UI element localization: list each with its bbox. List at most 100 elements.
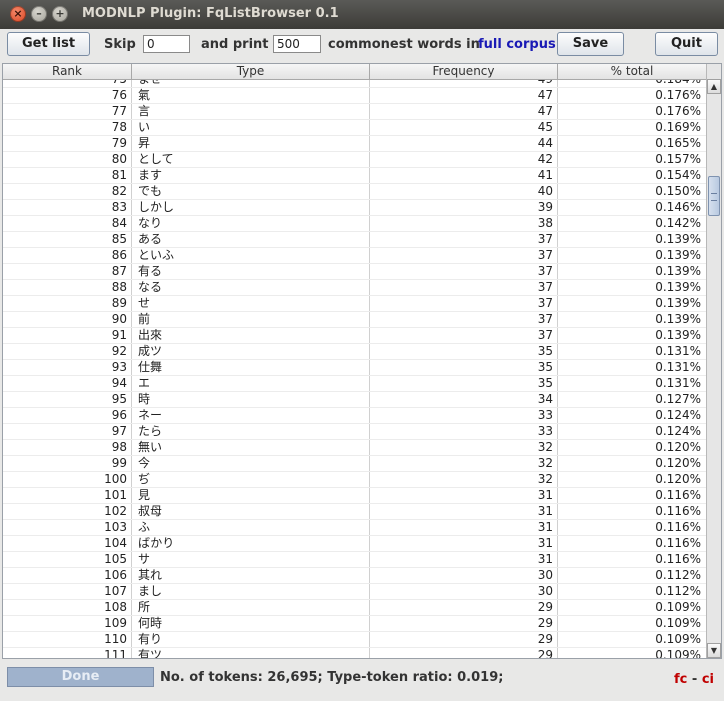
type-cell: せ bbox=[132, 296, 370, 311]
table-row[interactable]: 85 ある 37 0.139% bbox=[3, 232, 707, 248]
frequency-cell: 30 bbox=[370, 568, 558, 583]
skip-input[interactable]: 0 bbox=[143, 35, 190, 53]
frequency-cell: 35 bbox=[370, 344, 558, 359]
percent-cell: 0.139% bbox=[655, 264, 701, 278]
maximize-icon[interactable]: + bbox=[52, 6, 68, 22]
table-row[interactable]: 110 有り 29 0.109% bbox=[3, 632, 707, 648]
table-row[interactable]: 91 出來 37 0.139% bbox=[3, 328, 707, 344]
close-icon[interactable]: × bbox=[10, 6, 26, 22]
table-row[interactable]: 106 其れ 30 0.112% bbox=[3, 568, 707, 584]
percent-cell: 0.109% bbox=[655, 648, 701, 658]
rank-cell: 101 bbox=[3, 488, 132, 503]
rank-cell: 91 bbox=[3, 328, 132, 343]
scrollbar-thumb[interactable] bbox=[708, 176, 720, 216]
table-row[interactable]: 98 無い 32 0.120% bbox=[3, 440, 707, 456]
table-row[interactable]: 86 といふ 37 0.139% bbox=[3, 248, 707, 264]
table-row[interactable]: 90 前 37 0.139% bbox=[3, 312, 707, 328]
column-header-rank[interactable]: Rank bbox=[3, 64, 132, 79]
frequency-cell: 31 bbox=[370, 536, 558, 551]
type-cell: しかし bbox=[132, 200, 370, 215]
table-row[interactable]: 105 サ 31 0.116% bbox=[3, 552, 707, 568]
type-cell: なり bbox=[132, 216, 370, 231]
type-cell: 何時 bbox=[132, 616, 370, 631]
table-row[interactable]: 104 ばかり 31 0.116% bbox=[3, 536, 707, 552]
table-row[interactable]: 80 として 42 0.157% bbox=[3, 152, 707, 168]
table-row[interactable]: 107 まし 30 0.112% bbox=[3, 584, 707, 600]
percent-cell: 0.112% bbox=[655, 568, 701, 582]
get-list-button[interactable]: Get list bbox=[7, 32, 90, 56]
corpus-label[interactable]: full corpus bbox=[478, 37, 556, 52]
rank-cell: 78 bbox=[3, 120, 132, 135]
type-cell: 氣 bbox=[132, 88, 370, 103]
table-row[interactable]: 84 なり 38 0.142% bbox=[3, 216, 707, 232]
table-row[interactable]: 82 でも 40 0.150% bbox=[3, 184, 707, 200]
fc-ci-indicator[interactable]: fc - ci bbox=[674, 672, 714, 687]
table-row[interactable]: 93 仕舞 35 0.131% bbox=[3, 360, 707, 376]
frequency-cell: 29 bbox=[370, 632, 558, 647]
type-cell: 言 bbox=[132, 104, 370, 119]
quit-button[interactable]: Quit bbox=[655, 32, 718, 56]
save-button[interactable]: Save bbox=[557, 32, 624, 56]
minimize-icon[interactable]: – bbox=[31, 6, 47, 22]
table-row[interactable]: 78 い 45 0.169% bbox=[3, 120, 707, 136]
window-title: MODNLP Plugin: FqListBrowser 0.1 bbox=[82, 6, 339, 21]
table-row[interactable]: 111 有ツ 29 0.109% bbox=[3, 648, 707, 658]
table-row[interactable]: 109 何時 29 0.109% bbox=[3, 616, 707, 632]
vertical-scrollbar[interactable]: ▲ ▼ bbox=[706, 64, 721, 658]
column-header-frequency[interactable]: Frequency bbox=[370, 64, 558, 79]
table-row[interactable]: 101 見 31 0.116% bbox=[3, 488, 707, 504]
percent-cell: 0.116% bbox=[655, 520, 701, 534]
table-header: Rank Type Frequency % total bbox=[3, 64, 707, 80]
table-row[interactable]: 94 エ 35 0.131% bbox=[3, 376, 707, 392]
type-cell: 其れ bbox=[132, 568, 370, 583]
table-row[interactable]: 77 言 47 0.176% bbox=[3, 104, 707, 120]
table-row[interactable]: 79 昇 44 0.165% bbox=[3, 136, 707, 152]
rank-cell: 81 bbox=[3, 168, 132, 183]
table-row[interactable]: 87 有る 37 0.139% bbox=[3, 264, 707, 280]
table-row[interactable]: 95 時 34 0.127% bbox=[3, 392, 707, 408]
type-cell: 見 bbox=[132, 488, 370, 503]
table-row[interactable]: 103 ふ 31 0.116% bbox=[3, 520, 707, 536]
table-row[interactable]: 75ませ490.184% bbox=[3, 80, 707, 88]
type-cell: ませ bbox=[132, 80, 370, 87]
type-cell: 有ツ bbox=[132, 648, 370, 658]
percent-cell: 0.142% bbox=[655, 216, 701, 230]
arrow-down-icon[interactable]: ▼ bbox=[707, 643, 721, 658]
rank-cell: 100 bbox=[3, 472, 132, 487]
rank-cell: 90 bbox=[3, 312, 132, 327]
rank-cell: 96 bbox=[3, 408, 132, 423]
frequency-cell: 37 bbox=[370, 312, 558, 327]
frequency-cell: 37 bbox=[370, 296, 558, 311]
column-header-percent[interactable]: % total bbox=[558, 64, 707, 79]
percent-cell: 0.139% bbox=[655, 296, 701, 310]
type-cell: 叔母 bbox=[132, 504, 370, 519]
rank-cell: 104 bbox=[3, 536, 132, 551]
type-cell: ある bbox=[132, 232, 370, 247]
frequency-cell: 31 bbox=[370, 552, 558, 567]
frequency-cell: 35 bbox=[370, 376, 558, 391]
column-header-type[interactable]: Type bbox=[132, 64, 370, 79]
arrow-up-icon[interactable]: ▲ bbox=[707, 79, 721, 94]
table-row[interactable]: 81 ます 41 0.154% bbox=[3, 168, 707, 184]
table-row[interactable]: 83 しかし 39 0.146% bbox=[3, 200, 707, 216]
print-count-input[interactable]: 500 bbox=[273, 35, 321, 53]
rank-cell: 86 bbox=[3, 248, 132, 263]
type-cell: ます bbox=[132, 168, 370, 183]
table-row[interactable]: 96 ネー 33 0.124% bbox=[3, 408, 707, 424]
percent-cell: 0.139% bbox=[655, 328, 701, 342]
type-cell: 仕舞 bbox=[132, 360, 370, 375]
percent-cell: 0.154% bbox=[655, 168, 701, 182]
percent-cell: 0.150% bbox=[655, 184, 701, 198]
table-row[interactable]: 100 ぢ 32 0.120% bbox=[3, 472, 707, 488]
table-row[interactable]: 99 今 32 0.120% bbox=[3, 456, 707, 472]
table-row[interactable]: 97 たら 33 0.124% bbox=[3, 424, 707, 440]
type-cell: 有り bbox=[132, 632, 370, 647]
table-row[interactable]: 92 成ツ 35 0.131% bbox=[3, 344, 707, 360]
table-row[interactable]: 89 せ 37 0.139% bbox=[3, 296, 707, 312]
table-row[interactable]: 102 叔母 31 0.116% bbox=[3, 504, 707, 520]
fc-ci-separator: - bbox=[691, 672, 698, 687]
table-row[interactable]: 76 氣 47 0.176% bbox=[3, 88, 707, 104]
table-row[interactable]: 108 所 29 0.109% bbox=[3, 600, 707, 616]
table-row[interactable]: 88 なる 37 0.139% bbox=[3, 280, 707, 296]
frequency-cell: 33 bbox=[370, 424, 558, 439]
